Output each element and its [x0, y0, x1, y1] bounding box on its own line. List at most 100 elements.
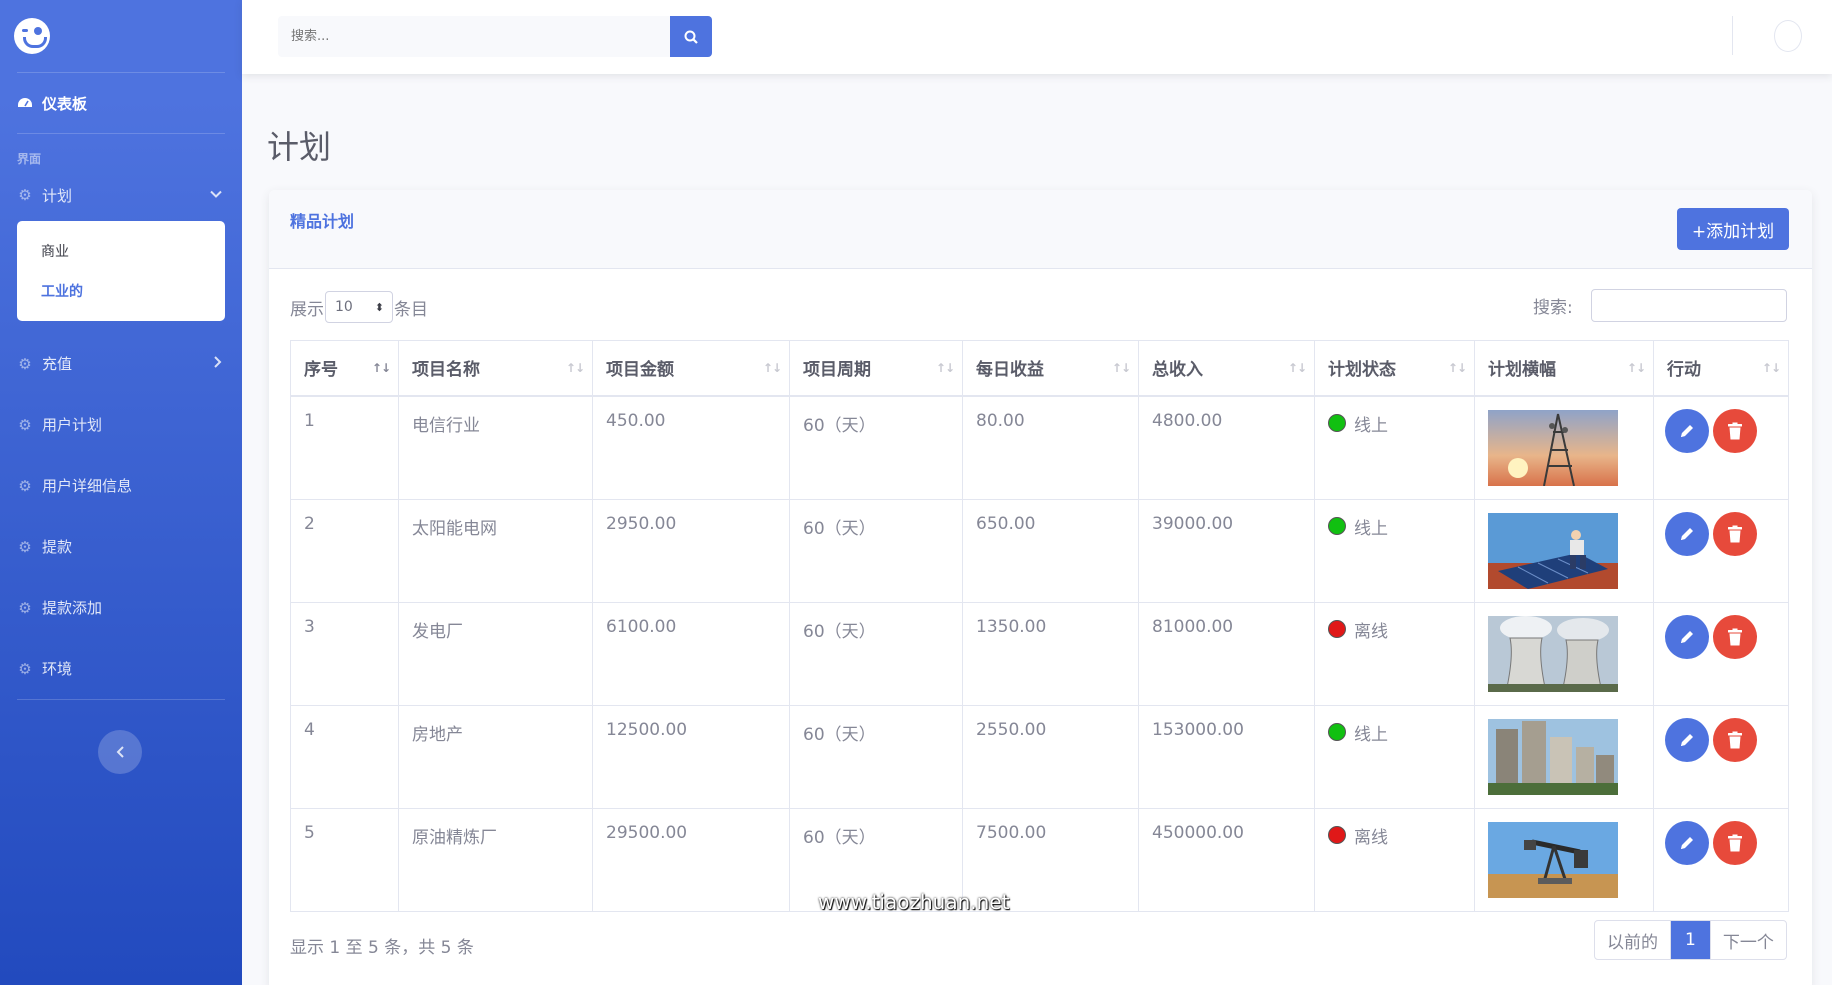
cell-total: 4800.00 — [1138, 395, 1315, 500]
table-search-input[interactable] — [1590, 289, 1787, 322]
cell-name: 房地产 — [398, 704, 593, 809]
banner-image — [1488, 409, 1640, 486]
user-avatar[interactable] — [1774, 20, 1802, 52]
delete-button[interactable] — [1713, 820, 1757, 865]
sidebar-item-dashboard[interactable]: 仪表板 — [0, 73, 242, 133]
cell-total: 81000.00 — [1138, 601, 1315, 706]
pagination: 以前的 1 下一个 — [1594, 920, 1787, 960]
table-row: 5 原油精炼厂 29500.00 60（天） 7500.00 450000.00 离线 — [290, 807, 1789, 912]
cell-banner — [1474, 395, 1654, 500]
search-input[interactable] — [278, 16, 670, 57]
table-header-row: 序号 ↑↓ 项目名称 ↑↓ 项目金额 ↑↓ 项目周期 ↑↓ 每日收益 ↑↓ 总收入 ↑↓ 计… — [290, 340, 1789, 397]
entries-length-select[interactable]: 10 — [325, 291, 393, 323]
delete-button[interactable] — [1713, 511, 1757, 556]
status-dot-icon — [1328, 723, 1346, 741]
gear-icon: ⚙ — [18, 476, 32, 495]
pagination-page[interactable]: 1 — [1671, 921, 1711, 959]
card-title: 精品计划 — [290, 212, 355, 231]
sidebar-item-label: 充值 — [42, 355, 73, 373]
sidebar-item-withdraw[interactable]: ⚙ 提款 — [0, 516, 242, 577]
topbar — [242, 0, 1832, 74]
gear-icon: ⚙ — [18, 537, 32, 556]
chevron-down-icon — [210, 188, 222, 203]
sort-icon: ↑↓ — [565, 360, 585, 375]
status-dot-icon — [1328, 620, 1346, 638]
banner-image — [1488, 821, 1640, 898]
status-label: 离线 — [1354, 621, 1388, 642]
sidebar-item-recharge[interactable]: ⚙ 充值 — [0, 333, 242, 394]
sort-icon: ↑↓ — [371, 360, 391, 375]
edit-button[interactable] — [1665, 511, 1709, 556]
pagination-next[interactable]: 下一个 — [1711, 921, 1786, 959]
delete-button[interactable] — [1713, 408, 1757, 453]
column-header-status[interactable]: 计划状态 ↑↓ — [1314, 340, 1475, 397]
search-button[interactable] — [670, 16, 712, 57]
delete-button[interactable] — [1713, 717, 1757, 762]
cell-daily: 650.00 — [962, 498, 1139, 603]
table-row: 1 电信行业 450.00 60（天） 80.00 4800.00 线上 — [290, 395, 1789, 500]
cell-total: 450000.00 — [1138, 807, 1315, 912]
sort-icon: ↑↓ — [1447, 360, 1467, 375]
cell-banner — [1474, 498, 1654, 603]
pencil-icon — [1681, 424, 1693, 437]
plans-card: 精品计划 +添加计划 展示 10 条目 搜索: 序号↑↓ 项目名称↑↓ 项目金额… — [269, 190, 1812, 985]
trash-icon — [1728, 731, 1742, 748]
sidebar-item-withdraw-add[interactable]: ⚙ 提款添加 — [0, 577, 242, 638]
topbar-divider — [1732, 16, 1733, 55]
cell-id: 3 — [290, 601, 399, 706]
edit-button[interactable] — [1665, 408, 1709, 453]
table-row: 3 发电厂 6100.00 60（天） 1350.00 81000.00 离线 — [290, 601, 1789, 706]
card-header: 精品计划 +添加计划 — [269, 190, 1812, 269]
column-header-id[interactable]: 序号 ↑↓ — [290, 340, 399, 397]
column-header-period[interactable]: 项目周期 ↑↓ — [789, 340, 963, 397]
column-header-amount[interactable]: 项目金额 ↑↓ — [592, 340, 790, 397]
length-label-show: 展示 — [290, 299, 324, 320]
cell-name: 发电厂 — [398, 601, 593, 706]
table-body: 1 电信行业 450.00 60（天） 80.00 4800.00 线上 2 太阳能电网 2950… — [290, 395, 1789, 912]
sidebar-toggle-button[interactable] — [98, 730, 142, 774]
column-header-name[interactable]: 项目名称 ↑↓ — [398, 340, 593, 397]
sort-icon: ↑↓ — [1626, 360, 1646, 375]
cell-actions — [1653, 395, 1789, 500]
watermark: www.tiaozhuan.net — [818, 890, 1010, 914]
cell-name: 电信行业 — [398, 395, 593, 500]
status-dot-icon — [1328, 517, 1346, 535]
pagination-previous[interactable]: 以前的 — [1595, 921, 1671, 959]
cell-actions — [1653, 704, 1789, 809]
chevron-left-icon — [116, 746, 124, 758]
column-header-total[interactable]: 总收入 ↑↓ — [1138, 340, 1315, 397]
cell-total: 39000.00 — [1138, 498, 1315, 603]
banner-image — [1488, 615, 1640, 692]
cell-period: 60（天） — [789, 704, 963, 809]
cell-id: 5 — [290, 807, 399, 912]
submenu-item-business[interactable]: 商业 — [17, 231, 225, 271]
cell-daily: 2550.00 — [962, 704, 1139, 809]
column-header-banner[interactable]: 计划横幅 ↑↓ — [1474, 340, 1654, 397]
delete-button[interactable] — [1713, 614, 1757, 659]
edit-button[interactable] — [1665, 717, 1709, 762]
sidebar-item-label: 仪表板 — [42, 94, 88, 113]
sidebar-item-environment[interactable]: ⚙ 环境 — [0, 638, 242, 699]
submenu-item-industrial[interactable]: 工业的 — [17, 271, 225, 311]
brand[interactable] — [0, 0, 242, 72]
edit-button[interactable] — [1665, 820, 1709, 865]
column-header-actions[interactable]: 行动 ↑↓ — [1653, 340, 1789, 397]
table-row: 4 房地产 12500.00 60（天） 2550.00 153000.00 线上 — [290, 704, 1789, 809]
add-plan-button[interactable]: +添加计划 — [1677, 208, 1789, 250]
sidebar-item-user-details[interactable]: ⚙ 用户详细信息 — [0, 455, 242, 516]
pencil-icon — [1681, 527, 1693, 540]
edit-button[interactable] — [1665, 614, 1709, 659]
cell-total: 153000.00 — [1138, 704, 1315, 809]
cell-status: 线上 — [1314, 395, 1475, 500]
entries-length-control: 展示 10 条目 — [290, 291, 428, 323]
column-header-daily[interactable]: 每日收益 ↑↓ — [962, 340, 1139, 397]
sidebar-item-plan[interactable]: ⚙ 计划 — [0, 171, 242, 219]
sort-icon: ↑↓ — [1761, 360, 1781, 375]
sidebar-item-user-plan[interactable]: ⚙ 用户计划 — [0, 394, 242, 455]
trash-icon — [1728, 628, 1742, 645]
trash-icon — [1728, 422, 1742, 439]
trash-icon — [1728, 834, 1742, 851]
plan-submenu: 商业 工业的 — [17, 221, 225, 321]
cell-name: 原油精炼厂 — [398, 807, 593, 912]
cell-name: 太阳能电网 — [398, 498, 593, 603]
